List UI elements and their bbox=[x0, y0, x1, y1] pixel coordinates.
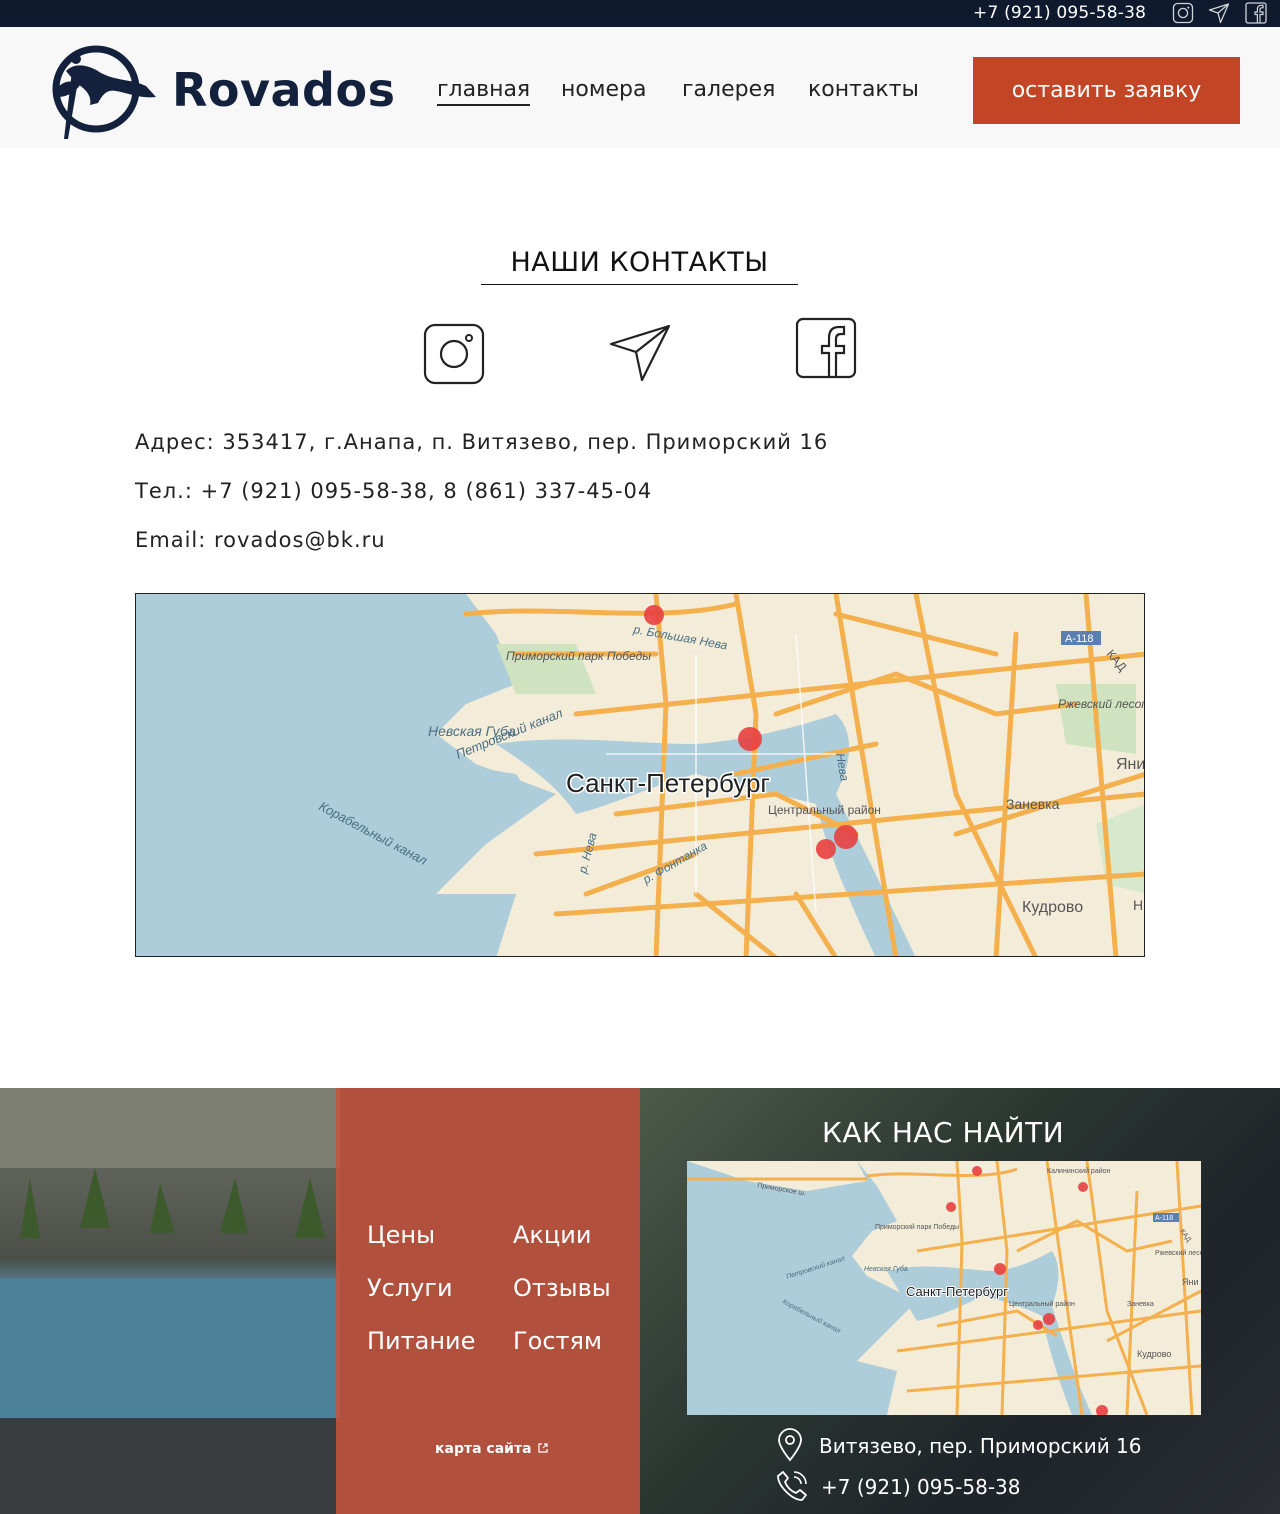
nav-contacts[interactable]: контакты bbox=[808, 77, 919, 102]
map-label-central: Центральный район bbox=[768, 803, 881, 817]
location-pin-icon bbox=[778, 1428, 802, 1462]
map-city-label: Санкт-Петербург bbox=[566, 768, 770, 798]
fmap-label-park: Приморский парк Победы bbox=[875, 1223, 959, 1231]
fmap-label-kalinin: Калининский район bbox=[1047, 1167, 1111, 1175]
fmap-label-guba: Невская Губа bbox=[864, 1265, 908, 1273]
pool-photo bbox=[0, 1088, 340, 1514]
map-label-n: Н bbox=[1133, 897, 1143, 913]
map-label-guba: Невская Губа bbox=[428, 723, 516, 739]
contact-address: Адрес: 353417, г.Анапа, п. Витязево, пер… bbox=[135, 430, 829, 454]
map-label-park: Приморский парк Победы bbox=[506, 649, 651, 663]
fmap-label-central: Центральный район bbox=[1009, 1300, 1075, 1308]
topbar-phone[interactable]: +7 (921) 095-58-38 bbox=[973, 3, 1146, 23]
telegram-icon[interactable] bbox=[608, 320, 672, 384]
footer-map-canvas: Приморское ш. Приморский парк Победы Нев… bbox=[687, 1161, 1201, 1415]
footer-link-promos[interactable]: Акции bbox=[513, 1221, 591, 1249]
sitemap-label: карта сайта bbox=[435, 1441, 532, 1457]
fmap-label-yani: Яни bbox=[1182, 1277, 1199, 1287]
external-link-icon bbox=[538, 1443, 549, 1453]
footer-address: Витязево, пер. Приморский 16 bbox=[819, 1434, 1142, 1458]
map-label-zanevka: Заневка bbox=[1006, 796, 1060, 812]
instagram-icon[interactable] bbox=[422, 322, 486, 386]
contact-phone[interactable]: Тел.: +7 (921) 095-58-38, 8 (861) 337-45… bbox=[135, 479, 652, 503]
footer-link-food[interactable]: Питание bbox=[367, 1327, 475, 1355]
logo-dancer-icon[interactable] bbox=[46, 41, 158, 141]
nav-home[interactable]: главная bbox=[437, 77, 531, 106]
site-header: Rovados главная номера галерея контакты … bbox=[0, 27, 1280, 148]
map-label-rzhev: Ржевский лесопарк bbox=[1058, 697, 1145, 711]
footer-map[interactable]: Приморское ш. Приморский парк Победы Нев… bbox=[687, 1161, 1201, 1415]
fmap-label-rzhev: Ржевский лесопарк bbox=[1155, 1249, 1201, 1257]
footer-link-services[interactable]: Услуги bbox=[367, 1274, 453, 1302]
request-button[interactable]: оставить заявку bbox=[973, 57, 1240, 124]
footer-link-reviews[interactable]: Отзывы bbox=[513, 1274, 611, 1302]
phone-icon bbox=[777, 1471, 807, 1501]
nav-gallery[interactable]: галерея bbox=[682, 77, 775, 102]
sitemap-link[interactable]: карта сайта bbox=[435, 1441, 549, 1457]
logo-text[interactable]: Rovados bbox=[172, 63, 395, 117]
map-label-kudrovo: Кудрово bbox=[1022, 899, 1083, 916]
footer-phone[interactable]: +7 (921) 095-58-38 bbox=[821, 1475, 1020, 1499]
find-us-title: КАК НАС НАЙТИ bbox=[822, 1116, 1065, 1149]
site-footer: Цены Акции Услуги Отзывы Питание Гостям … bbox=[0, 1088, 1280, 1514]
facebook-icon[interactable] bbox=[1245, 2, 1267, 24]
footer-link-guests[interactable]: Гостям bbox=[513, 1327, 602, 1355]
footer-link-prices[interactable]: Цены bbox=[367, 1221, 435, 1249]
fmap-label-zanevka: Заневка bbox=[1127, 1301, 1154, 1308]
location-map[interactable]: Петровский канал Невская Губа Корабельны… bbox=[135, 593, 1145, 957]
instagram-icon[interactable] bbox=[1172, 2, 1194, 24]
fmap-label-kudrovo: Кудрово bbox=[1137, 1349, 1171, 1359]
telegram-icon[interactable] bbox=[1208, 2, 1230, 24]
map-canvas: Петровский канал Невская Губа Корабельны… bbox=[136, 594, 1145, 956]
contact-email[interactable]: Email: rovados@bk.ru bbox=[135, 528, 386, 552]
nav-rooms[interactable]: номера bbox=[561, 77, 646, 102]
top-bar: +7 (921) 095-58-38 bbox=[0, 0, 1280, 27]
map-label-road: А-118 bbox=[1065, 633, 1094, 645]
map-label-yani: Яни bbox=[1116, 756, 1145, 773]
facebook-icon[interactable] bbox=[794, 316, 858, 380]
contacts-title: НАШИ КОНТАКТЫ bbox=[481, 247, 798, 285]
fmap-label-road: А-118 bbox=[1155, 1215, 1173, 1222]
fmap-city-label: Санкт-Петербург bbox=[906, 1284, 1008, 1299]
